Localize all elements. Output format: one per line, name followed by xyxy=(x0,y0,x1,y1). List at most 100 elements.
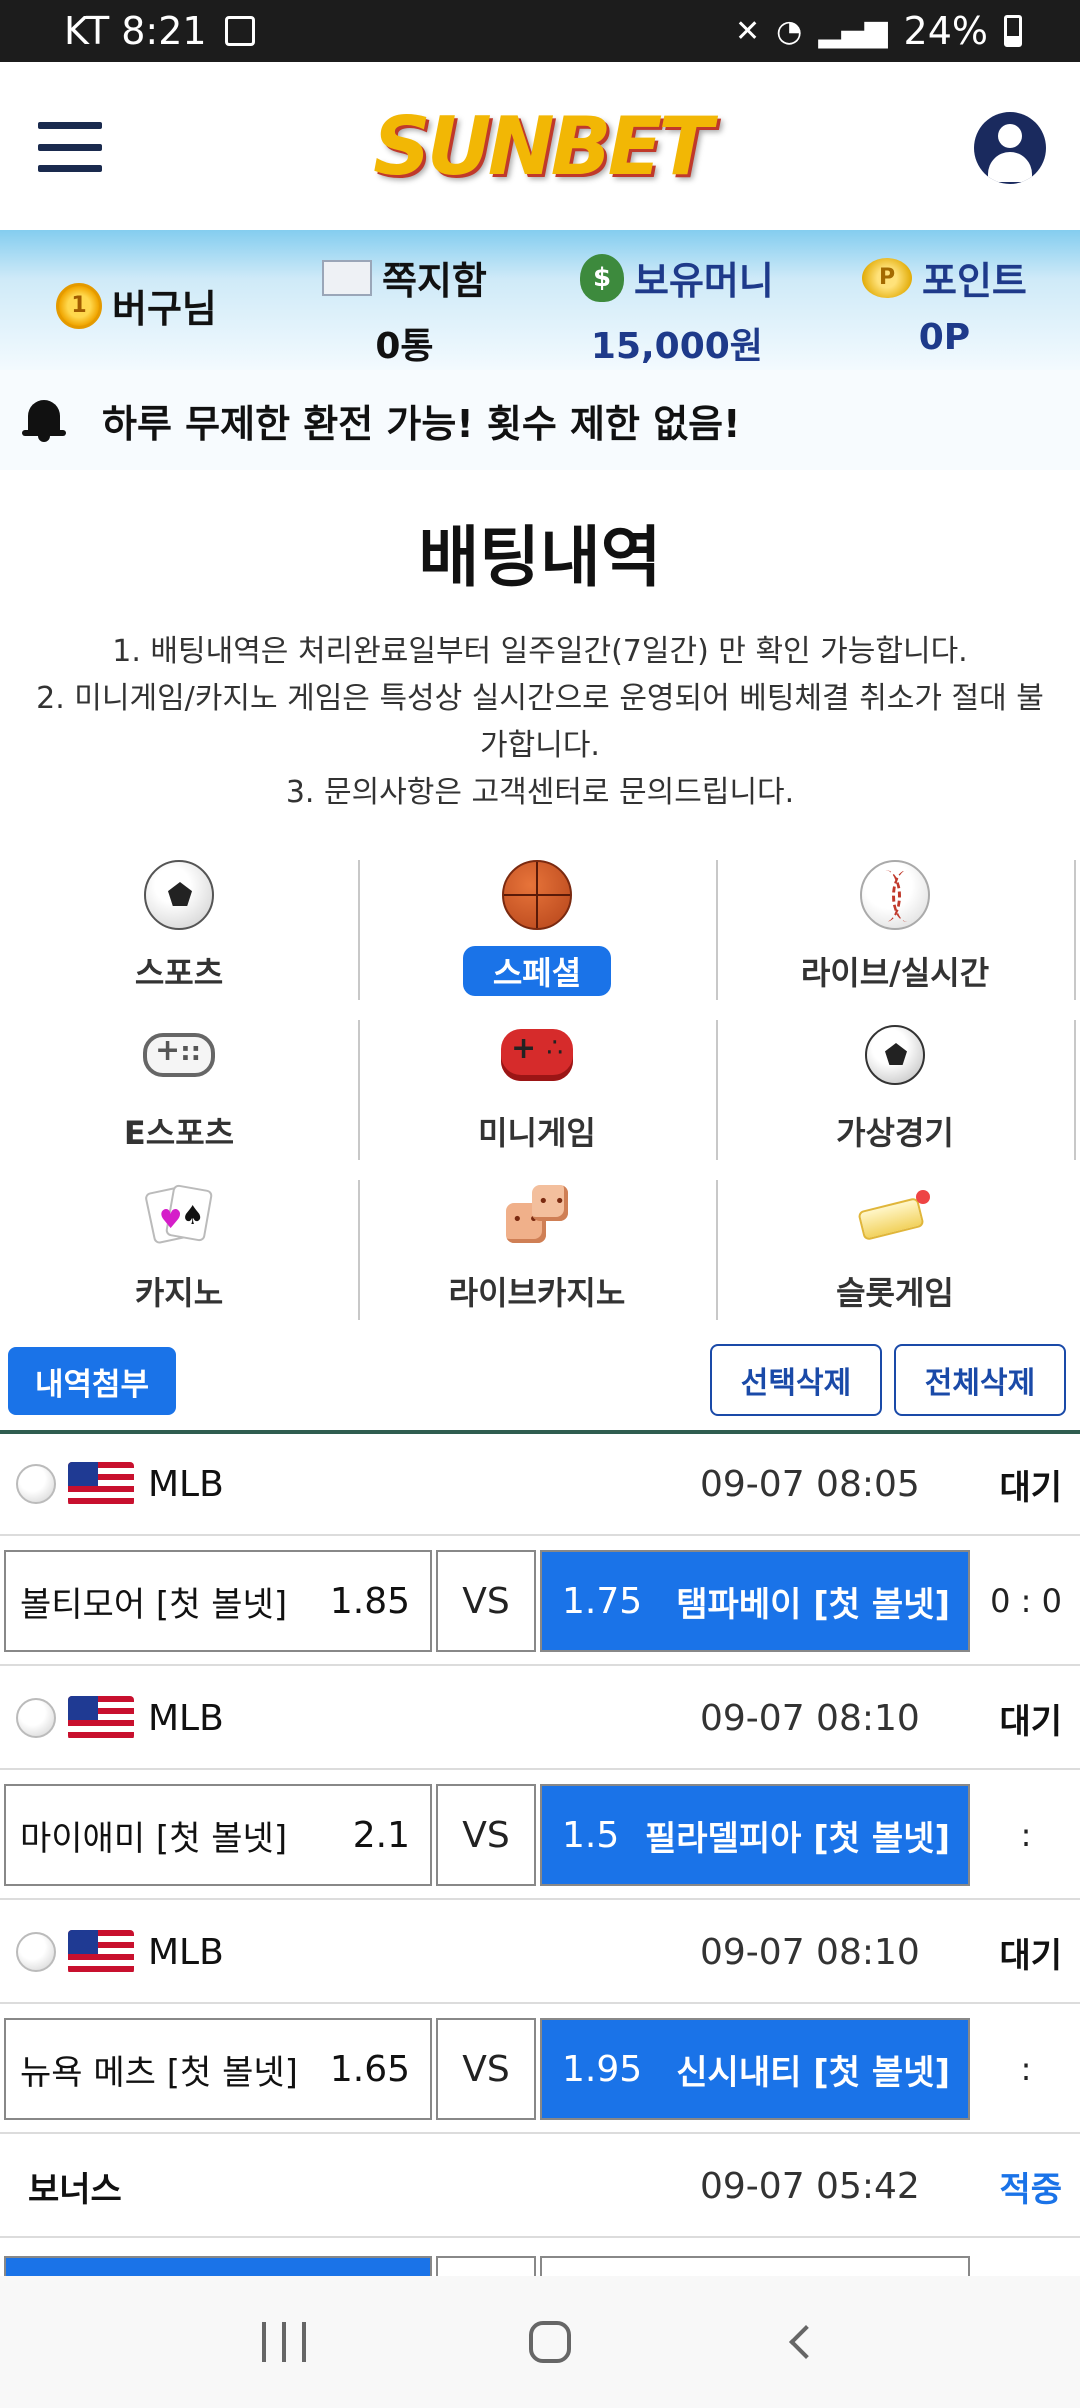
league-name: MLB xyxy=(148,1463,224,1505)
points-value: 0P xyxy=(918,317,971,358)
rule-1: 1. 배팅내역은 처리완료일부터 일주일간(7일간) 만 확인 가능합니다. xyxy=(112,634,968,669)
category-live-casino[interactable]: 라이브카지노 xyxy=(358,1178,716,1318)
wifi-icon: ◔ xyxy=(776,13,803,49)
slot-icon xyxy=(857,1190,930,1242)
category-label: 라이브/실시간 xyxy=(800,954,990,992)
home-team: 뉴욕 메츠 [첫 볼넷] xyxy=(20,2052,298,2093)
bet-header[interactable]: MLB 09-07 08:10 대기 xyxy=(0,1902,1080,2004)
basketball-icon xyxy=(502,860,572,930)
money-label: 보유머니 xyxy=(634,259,774,303)
category-virtual[interactable]: 가상경기 xyxy=(716,1018,1074,1158)
battery-percent: 24% xyxy=(903,9,988,53)
money-bag-icon: $ xyxy=(580,253,624,302)
baseball-icon xyxy=(16,1932,56,1972)
messages-box[interactable]: 쪽지함 0통 xyxy=(322,250,487,369)
category-label: 라이브카지노 xyxy=(448,1274,626,1312)
delete-selected-button[interactable]: 선택삭제 xyxy=(710,1344,882,1416)
coin-icon: P xyxy=(862,257,912,298)
user-name: 버구님 xyxy=(112,287,217,331)
bet-status: 대기 xyxy=(999,1467,1062,1508)
home-team: 마이애미 [첫 볼넷] xyxy=(20,1818,288,1859)
home-icon[interactable] xyxy=(528,2321,571,2363)
bonus-status: 적중 xyxy=(999,2169,1062,2210)
sunbet-logo[interactable]: SUNBET xyxy=(366,98,716,194)
attach-history-button[interactable]: 내역첨부 xyxy=(8,1347,176,1415)
bet-line: 뉴욕 메츠 [첫 볼넷] 1.65 VS 1.95 신시내티 [첫 볼넷] : xyxy=(0,2004,1080,2134)
rule-3: 3. 문의사항은 고객센터로 문의드립니다. xyxy=(285,775,795,810)
points-label: 포인트 xyxy=(922,259,1027,303)
category-label: 카지노 xyxy=(134,1274,224,1312)
home-pick: 마이애미 [첫 볼넷] 2.1 xyxy=(4,1784,432,1886)
home-odds: 2.1 xyxy=(352,1814,410,1856)
category-label: 가상경기 xyxy=(836,1114,954,1152)
cards-icon: ♥ ♠ xyxy=(144,1183,214,1245)
category-sports[interactable]: 스포츠 xyxy=(0,858,358,998)
virtual-soccer-icon xyxy=(865,1025,925,1085)
us-flag-icon xyxy=(68,1696,134,1740)
home-pick: 볼티모어 [첫 볼넷] 1.85 xyxy=(4,1550,432,1652)
bet-line: 마이애미 [첫 볼넷] 2.1 VS 1.5 필라델피아 [첫 볼넷] : xyxy=(0,1770,1080,1900)
gallery-icon xyxy=(224,16,255,46)
away-team: 탬파베이 [첫 볼넷] xyxy=(676,1584,950,1625)
divider xyxy=(1074,1020,1076,1160)
league-name: MLB xyxy=(148,1697,224,1739)
system-nav-bar xyxy=(0,2276,1080,2408)
category-special[interactable]: 스페셜 xyxy=(358,858,716,998)
category-slot[interactable]: 슬롯게임 xyxy=(716,1178,1074,1318)
vs-label: VS xyxy=(436,1550,536,1652)
away-odds: 1.5 xyxy=(562,1814,620,1856)
league-name: MLB xyxy=(148,1931,224,1973)
vs-label: VS xyxy=(436,2018,536,2120)
away-team: 신시내티 [첫 볼넷] xyxy=(676,2052,950,2093)
bet-header[interactable]: MLB 09-07 08:05 대기 xyxy=(0,1434,1080,1536)
mail-icon xyxy=(322,259,372,296)
category-casino[interactable]: ♥ ♠ 카지노 xyxy=(0,1178,358,1318)
back-icon[interactable] xyxy=(789,2325,824,2359)
vs-label: VS xyxy=(436,1784,536,1886)
rule-2: 2. 미니게임/카지노 게임은 특성상 실시간으로 운영되어 베팅체결 취소가 … xyxy=(36,681,1044,763)
bonus-datetime: 09-07 05:42 xyxy=(700,2165,920,2207)
bet-line xyxy=(0,2256,1080,2276)
dice-icon xyxy=(502,1183,572,1247)
user-profile-icon[interactable] xyxy=(974,112,1046,184)
bonus-header[interactable]: 보너스 09-07 05:42 적중 xyxy=(0,2136,1080,2238)
user-level: 1 버구님 xyxy=(56,278,217,333)
category-live[interactable]: 라이브/실시간 xyxy=(716,858,1074,998)
category-esports[interactable]: E스포츠 xyxy=(0,1018,358,1158)
bet-status: 대기 xyxy=(999,1935,1062,1976)
score: : xyxy=(1020,1816,1032,1854)
hamburger-menu-icon[interactable] xyxy=(38,122,102,172)
bell-icon xyxy=(22,398,66,442)
home-odds: 1.65 xyxy=(329,2048,410,2090)
bet-line: 볼티모어 [첫 볼넷] 1.85 VS 1.75 탬파베이 [첫 볼넷] 0 :… xyxy=(0,1536,1080,1666)
recent-apps-icon[interactable] xyxy=(261,2322,306,2362)
points-box[interactable]: P 포인트 0P xyxy=(862,250,1027,358)
bet-datetime: 09-07 08:05 xyxy=(700,1463,920,1505)
category-grid: 스포츠 스페셜 라이브/실시간 E스포츠 미니게임 가상경기 ♥♠ 카지노 라이… xyxy=(0,852,1080,1320)
red-gamepad-icon xyxy=(501,1029,573,1081)
messages-count: 0통 xyxy=(375,326,434,367)
us-flag-icon xyxy=(68,1462,134,1506)
baseball-icon xyxy=(860,860,930,930)
money-box[interactable]: $ 보유머니 15,000원 xyxy=(580,250,774,369)
battery-icon xyxy=(1004,15,1022,47)
messages-label: 쪽지함 xyxy=(382,259,487,303)
away-odds: 1.75 xyxy=(562,1580,643,1622)
signal-icon: ▂▄▆ xyxy=(818,13,888,49)
baseball-icon xyxy=(16,1698,56,1738)
soccer-ball-icon xyxy=(144,860,214,930)
home-odds: 1.85 xyxy=(329,1580,410,1622)
notice-text: 하루 무제한 환전 가능! 횟수 제한 없음! xyxy=(102,401,741,446)
page-title: 배팅내역 xyxy=(418,519,662,596)
money-value: 15,000원 xyxy=(590,326,763,367)
category-label: 스포츠 xyxy=(134,954,224,992)
delete-all-button[interactable]: 전체삭제 xyxy=(894,1344,1066,1416)
bet-header[interactable]: MLB 09-07 08:10 대기 xyxy=(0,1668,1080,1770)
bet-datetime: 09-07 08:10 xyxy=(700,1697,920,1739)
carrier-time: KT 8:21 xyxy=(64,9,207,53)
home-team: 볼티모어 [첫 볼넷] xyxy=(20,1584,288,1625)
level-medal-icon: 1 xyxy=(56,282,102,329)
category-minigame[interactable]: 미니게임 xyxy=(358,1018,716,1158)
category-label: 미니게임 xyxy=(478,1114,596,1152)
status-bar: KT 8:21 ✕ ◔ ▂▄▆ 24% xyxy=(0,0,1080,62)
